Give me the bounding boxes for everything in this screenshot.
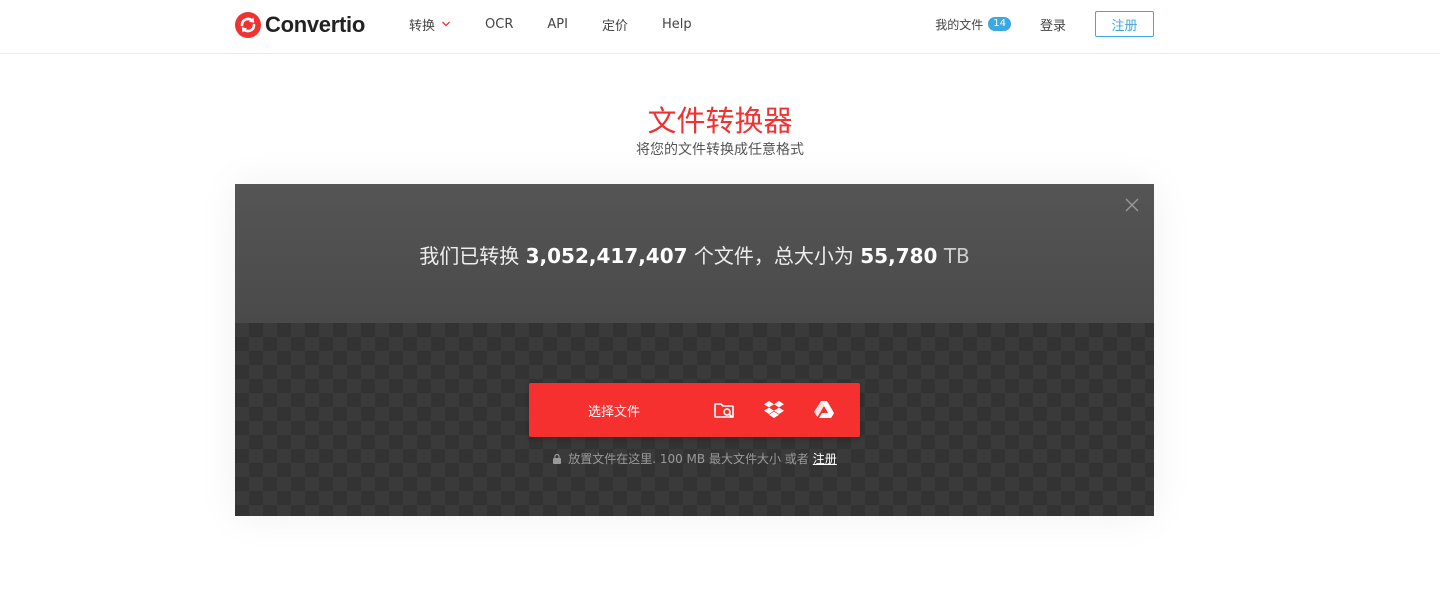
page-subtitle: 将您的文件转换成任意格式	[636, 142, 804, 158]
stats-unit: TB	[943, 244, 970, 268]
stats-prefix: 我们已转换	[419, 244, 520, 268]
nav-convert[interactable]: 转换	[409, 15, 451, 34]
drop-note-text: 放置文件在这里. 100 MB 最大文件大小 或者	[568, 452, 809, 466]
page-title: 文件转换器	[647, 104, 793, 138]
my-files-label: 我的文件	[935, 17, 984, 32]
google-drive-icon	[814, 401, 834, 418]
nav-convert-label: 转换	[409, 18, 436, 34]
nav-ocr-label: OCR	[485, 16, 514, 32]
from-dropbox-button[interactable]	[749, 383, 799, 437]
my-files-count-badge: 14	[988, 17, 1011, 31]
folder-search-icon	[714, 403, 734, 418]
stats-total-size: 55,780	[860, 244, 938, 268]
choose-files-button[interactable]: 选择文件	[529, 383, 699, 437]
stats-middle: 个文件，总大小为	[693, 244, 854, 268]
nav-api-label: API	[547, 16, 568, 32]
my-files-link[interactable]: 我的文件 14	[935, 16, 1011, 33]
main-nav: 转换 OCR API 定价 Help	[409, 0, 726, 48]
lock-icon	[553, 453, 562, 464]
nav-ocr[interactable]: OCR	[485, 17, 513, 32]
stats-files-count: 3,052,417,407	[525, 244, 688, 268]
from-google-drive-button[interactable]	[799, 383, 849, 437]
top-header: Convertio 转换 OCR API 定价 Help 我的文件 14 登录 …	[0, 0, 1440, 54]
register-button[interactable]: 注册	[1095, 11, 1154, 37]
conversion-stats: 我们已转换 3,052,417,407 个文件，总大小为 55,780 TB	[235, 240, 1154, 269]
logo-text: Convertio	[265, 12, 365, 37]
logo[interactable]: Convertio	[235, 11, 365, 39]
nav-pricing-label: 定价	[601, 18, 628, 34]
nav-pricing[interactable]: 定价	[602, 15, 628, 34]
upload-bar: 选择文件	[529, 383, 860, 437]
close-icon[interactable]	[1124, 197, 1140, 213]
convertio-logo-icon	[235, 12, 261, 38]
nav-help[interactable]: Help	[662, 17, 692, 32]
from-computer-button[interactable]	[699, 383, 749, 437]
nav-api[interactable]: API	[547, 17, 568, 32]
login-link[interactable]: 登录	[1040, 15, 1066, 34]
drop-note-register-link[interactable]: 注册	[813, 450, 837, 467]
drop-note: 放置文件在这里. 100 MB 最大文件大小 或者 注册	[235, 450, 1154, 467]
account-nav: 我的文件 14 登录 注册	[935, 11, 1154, 37]
converter-panel: 我们已转换 3,052,417,407 个文件，总大小为 55,780 TB 选…	[235, 184, 1154, 516]
nav-help-label: Help	[661, 16, 692, 32]
dropbox-icon	[764, 401, 784, 418]
chevron-down-icon	[442, 21, 450, 27]
